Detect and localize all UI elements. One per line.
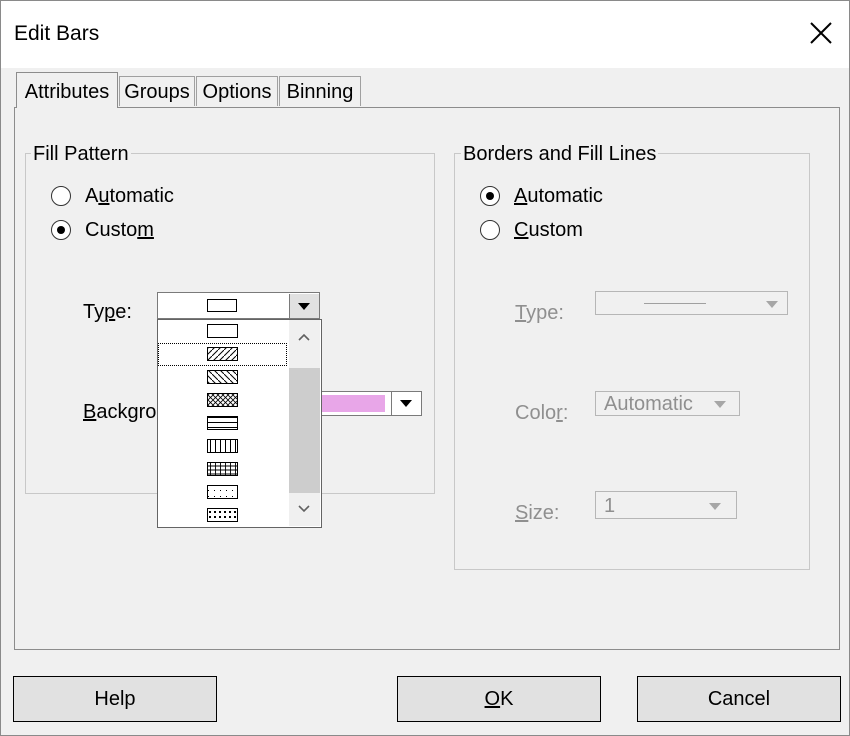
pattern-option-dense-dots	[207, 508, 238, 522]
window-title: Edit Bars	[14, 22, 100, 45]
tab-options[interactable]: Options	[196, 76, 278, 106]
pattern-options	[207, 324, 238, 522]
borders-color-label: Color:	[515, 402, 569, 424]
help-button[interactable]: Help	[13, 676, 217, 722]
title-bar	[0, 0, 850, 68]
fill-automatic-radio[interactable]	[51, 186, 71, 206]
chevron-down-icon	[714, 401, 726, 408]
borders-custom-radio[interactable]	[480, 220, 500, 240]
close-icon[interactable]	[804, 16, 838, 50]
dropdown-button[interactable]	[289, 294, 319, 318]
fill-custom-radio[interactable]	[51, 220, 71, 240]
chevron-down-icon	[400, 400, 412, 407]
chevron-down-icon	[766, 301, 778, 308]
borders-color-combo: Automatic	[595, 391, 740, 416]
scroll-down-icon[interactable]	[297, 504, 311, 514]
fill-type-combo[interactable]	[157, 292, 320, 319]
fill-type-label: Type:	[83, 301, 132, 323]
pattern-none-swatch	[207, 299, 237, 312]
borders-size-combo: 1	[595, 491, 737, 519]
fill-custom-label[interactable]: Custom	[85, 219, 154, 242]
chevron-down-icon	[298, 303, 310, 310]
ok-button[interactable]: OK	[397, 676, 601, 722]
line-style-preview	[644, 303, 706, 304]
borders-size-value: 1	[604, 495, 616, 517]
borders-size-label: Size:	[515, 502, 560, 524]
tab-binning[interactable]: Binning	[279, 76, 361, 106]
scrollbar-thumb[interactable]	[289, 368, 320, 493]
cancel-button[interactable]: Cancel	[637, 676, 841, 722]
pattern-option-none	[207, 324, 238, 338]
tab-groups[interactable]: Groups	[119, 76, 195, 106]
tab-attributes[interactable]: Attributes	[16, 72, 118, 108]
pattern-option-grid	[207, 462, 238, 476]
chevron-down-icon	[709, 503, 721, 510]
pattern-option-forward-diagonal	[207, 347, 238, 361]
pattern-option-horizontal	[207, 416, 238, 430]
borders-automatic-radio[interactable]	[480, 186, 500, 206]
scroll-up-icon[interactable]	[297, 332, 311, 342]
fill-automatic-label[interactable]: Automatic	[85, 185, 174, 208]
borders-automatic-label[interactable]: Automatic	[514, 185, 603, 208]
borders-type-combo	[595, 291, 788, 315]
borders-legend: Borders and Fill Lines	[461, 143, 659, 166]
pattern-option-backward-diagonal	[207, 370, 238, 384]
pattern-option-vertical	[207, 439, 238, 453]
borders-custom-label[interactable]: Custom	[514, 219, 583, 242]
radio-selected-dot	[57, 226, 65, 234]
radio-selected-dot	[486, 192, 494, 200]
pattern-option-dots	[207, 485, 238, 499]
borders-type-label: Type:	[515, 302, 564, 324]
borders-color-value: Automatic	[604, 393, 693, 415]
dropdown-button[interactable]	[391, 392, 421, 415]
pattern-option-cross-hatch	[207, 393, 238, 407]
background-label: Backgro	[83, 401, 157, 423]
fill-pattern-legend: Fill Pattern	[31, 143, 131, 166]
